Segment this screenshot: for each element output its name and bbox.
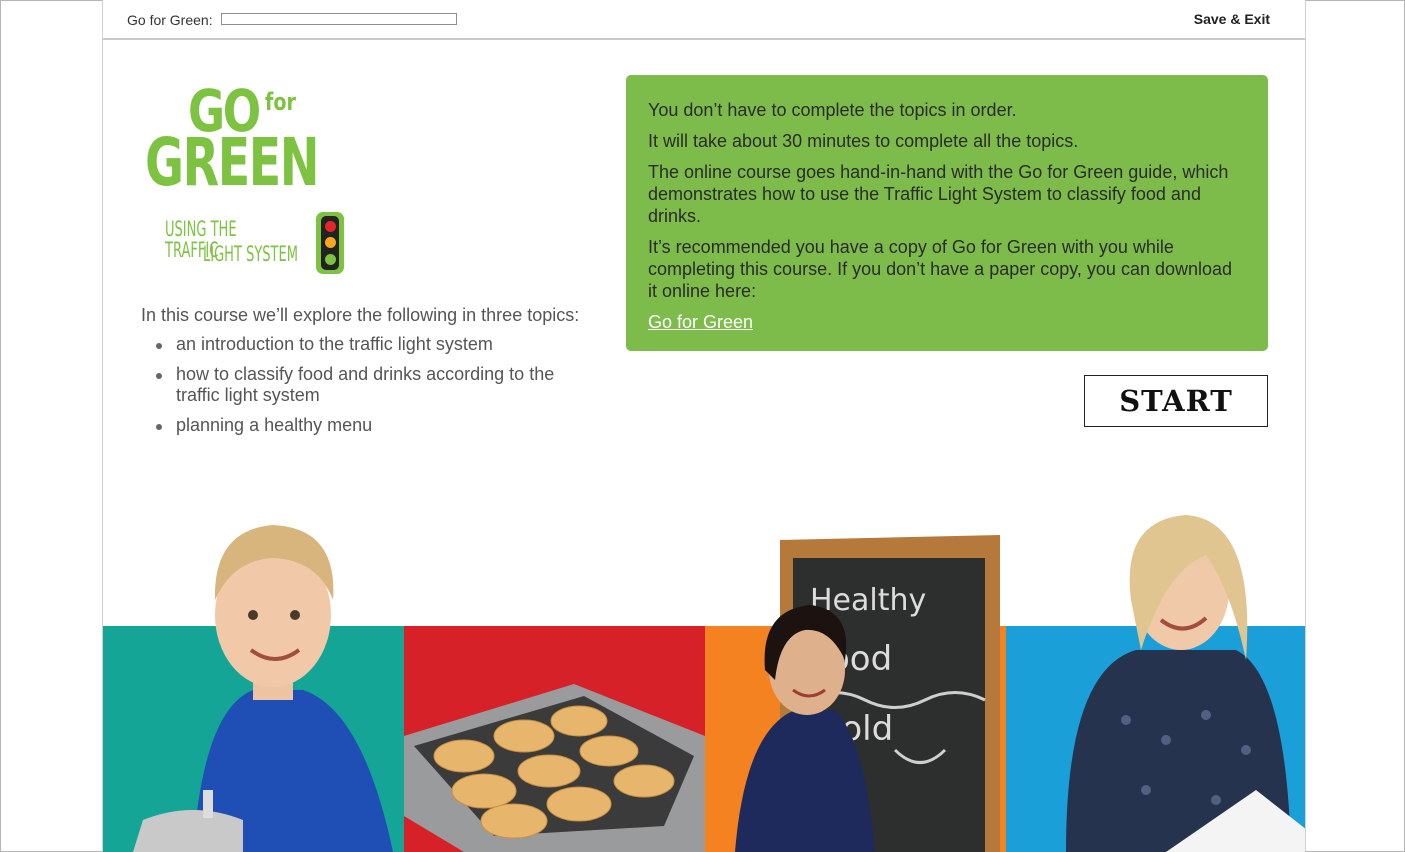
course-intro: In this course we’ll explore the followi… — [141, 305, 601, 445]
progress-bar — [221, 13, 457, 25]
logo-green-text: GREEN — [145, 124, 320, 201]
start-button[interactable]: START — [1084, 375, 1268, 427]
intro-lead: In this course we’ll explore the followi… — [141, 305, 580, 325]
topic-item: an introduction to the traffic light sys… — [141, 334, 601, 355]
course-title: Go for Green: — [127, 12, 213, 28]
red-light-icon — [324, 220, 336, 232]
go-for-green-logo: GO for GREEN USING THE TRAFFIC LIGHT SYS… — [143, 80, 363, 280]
boy-photo — [133, 525, 393, 852]
top-bar: Go for Green: Save & Exit — [103, 0, 1305, 40]
topic-item: planning a healthy menu — [141, 415, 601, 436]
info-guide: The online course goes hand-in-hand with… — [648, 162, 1229, 226]
info-box: You don’t have to complete the topics in… — [626, 75, 1268, 351]
chalkboard-photo: Healthy food Gold — [735, 535, 1000, 852]
topic-item: how to classify food and drinks accordin… — [141, 364, 601, 406]
topic-list: an introduction to the traffic light sys… — [141, 334, 601, 436]
photo-banner: Healthy food Gold — [103, 500, 1305, 852]
teacher-photo — [1066, 515, 1305, 852]
logo-subtitle-line2: LIGHT SYSTEM — [203, 242, 298, 266]
traffic-light-icon — [316, 212, 344, 274]
info-order: You don’t have to complete the topics in… — [648, 100, 1017, 120]
green-light-icon — [324, 254, 336, 266]
logo-for-text: for — [265, 88, 297, 116]
save-exit-button[interactable]: Save & Exit — [1194, 11, 1270, 27]
amber-light-icon — [324, 237, 336, 249]
info-duration: It will take about 30 minutes to complet… — [648, 131, 1079, 151]
muffins-photo — [404, 684, 705, 852]
go-for-green-link[interactable]: Go for Green — [648, 311, 753, 333]
course-stage: Go for Green: Save & Exit GO for GREEN U… — [102, 0, 1306, 852]
info-recommendation: It’s recommended you have a copy of Go f… — [648, 237, 1233, 301]
